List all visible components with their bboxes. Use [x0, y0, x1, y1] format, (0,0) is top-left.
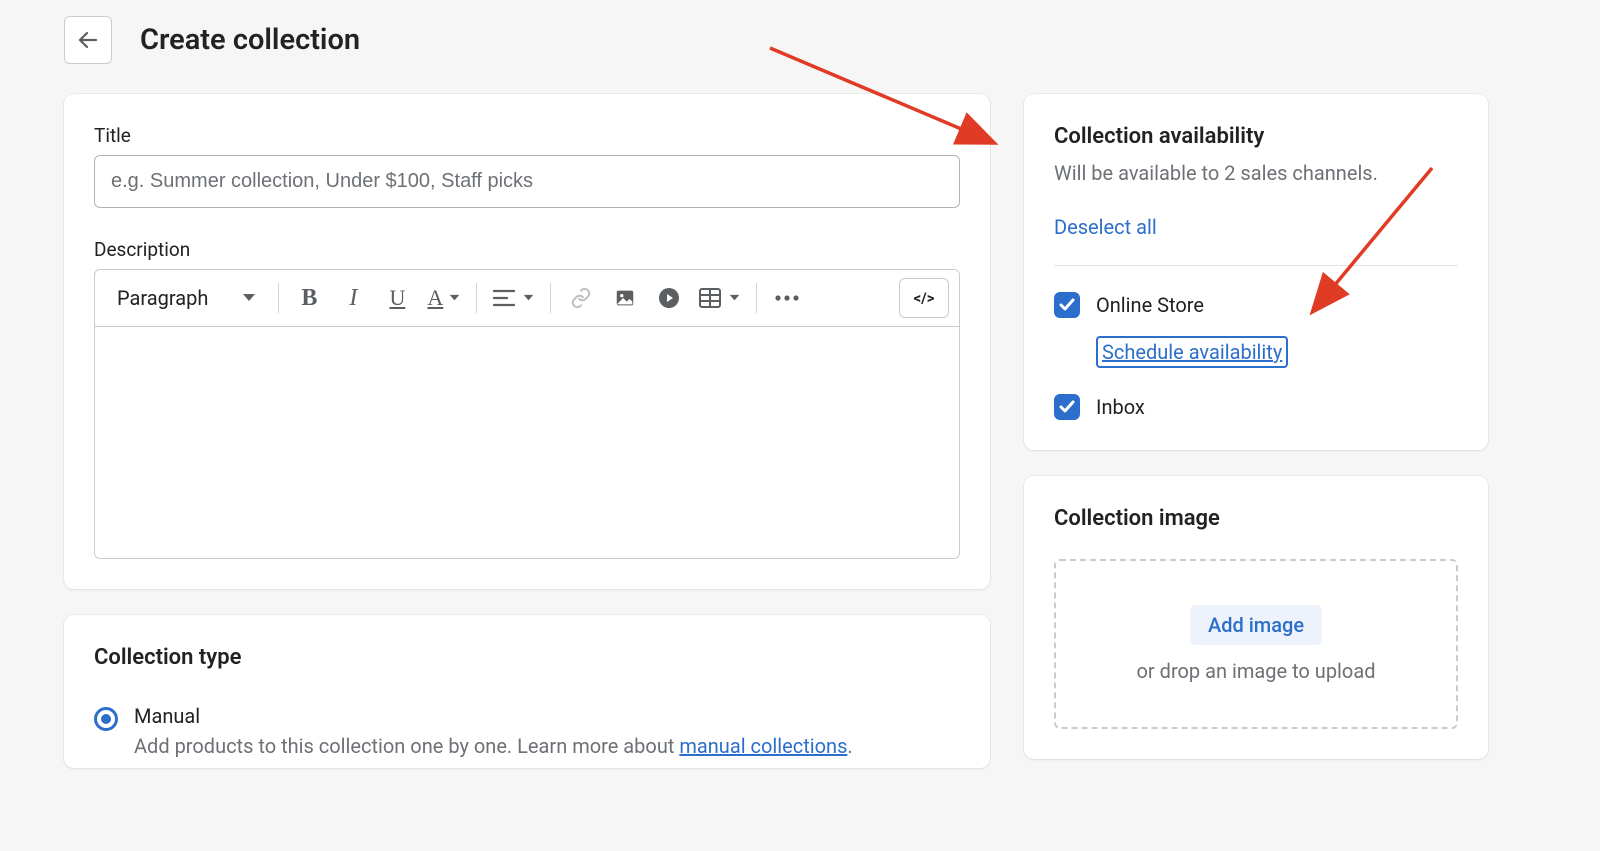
format-dropdown-label: Paragraph	[117, 286, 208, 310]
table-button[interactable]	[693, 278, 746, 318]
channel-row-inbox: Inbox	[1054, 394, 1458, 420]
dropzone-help-text: or drop an image to upload	[1137, 659, 1376, 683]
manual-collections-link[interactable]: manual collections	[679, 734, 847, 758]
chevron-down-icon	[523, 294, 534, 302]
availability-heading: Collection availability	[1054, 124, 1458, 149]
rte-toolbar: Paragraph B I U A	[94, 269, 960, 327]
more-button[interactable]	[767, 278, 807, 318]
underline-button[interactable]: U	[377, 278, 417, 318]
link-button[interactable]	[561, 278, 601, 318]
table-icon	[699, 288, 721, 308]
channel-label: Online Store	[1096, 293, 1204, 317]
radio-option-manual[interactable]: Manual Add products to this collection o…	[94, 704, 960, 758]
title-label: Title	[94, 124, 960, 147]
collection-image-heading: Collection image	[1054, 506, 1458, 531]
collection-type-heading: Collection type	[94, 645, 960, 670]
link-icon	[570, 287, 592, 309]
play-circle-icon	[657, 286, 681, 310]
check-icon	[1059, 400, 1075, 414]
radio-label: Manual	[134, 704, 853, 728]
title-input[interactable]	[94, 155, 960, 208]
toolbar-separator	[550, 283, 551, 313]
dots-horizontal-icon	[774, 294, 800, 302]
back-button[interactable]	[64, 16, 112, 64]
divider	[1054, 265, 1458, 266]
toolbar-separator	[278, 283, 279, 313]
chevron-down-icon	[729, 294, 740, 302]
collection-image-card: Collection image Add image or drop an im…	[1024, 476, 1488, 759]
channel-row-online-store: Online Store	[1054, 292, 1458, 318]
chevron-down-icon	[449, 294, 460, 302]
page-header: Create collection	[64, 16, 1552, 64]
italic-button[interactable]: I	[333, 278, 373, 318]
source-code-label: </>	[914, 289, 935, 307]
description-editor[interactable]	[94, 327, 960, 559]
page-title: Create collection	[140, 23, 360, 57]
channel-label: Inbox	[1096, 395, 1145, 419]
radio-help-text: Add products to this collection one by o…	[134, 734, 853, 758]
video-button[interactable]	[649, 278, 689, 318]
channel-checkbox[interactable]	[1054, 394, 1080, 420]
availability-subtext: Will be available to 2 sales channels.	[1054, 161, 1458, 185]
deselect-all-link[interactable]: Deselect all	[1054, 215, 1157, 239]
format-dropdown[interactable]: Paragraph	[105, 278, 268, 318]
check-icon	[1059, 298, 1075, 312]
chevron-down-icon	[242, 293, 256, 303]
image-dropzone[interactable]: Add image or drop an image to upload	[1054, 559, 1458, 729]
radio-button[interactable]	[94, 707, 118, 731]
availability-card: Collection availability Will be availabl…	[1024, 94, 1488, 450]
image-icon	[614, 287, 636, 309]
description-label: Description	[94, 238, 960, 261]
schedule-availability-link[interactable]: Schedule availability	[1096, 336, 1288, 368]
align-button[interactable]	[487, 278, 540, 318]
source-code-button[interactable]: </>	[899, 278, 949, 318]
channel-checkbox[interactable]	[1054, 292, 1080, 318]
arrow-left-icon	[76, 28, 100, 52]
add-image-button[interactable]: Add image	[1190, 605, 1322, 645]
toolbar-separator	[756, 283, 757, 313]
text-color-button[interactable]: A	[421, 278, 466, 318]
align-left-icon	[493, 289, 515, 307]
title-description-card: Title Description Paragraph B I U	[64, 94, 990, 589]
image-button[interactable]	[605, 278, 645, 318]
collection-type-card: Collection type Manual Add products to t…	[64, 615, 990, 768]
bold-button[interactable]: B	[289, 278, 329, 318]
toolbar-separator	[476, 283, 477, 313]
